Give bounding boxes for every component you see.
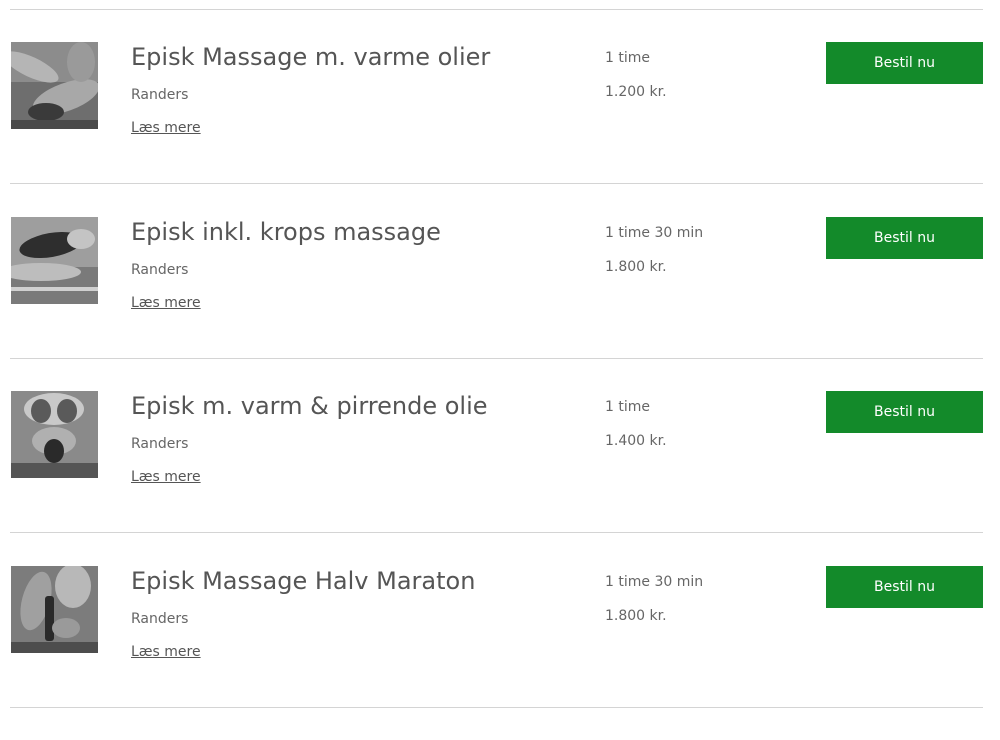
service-location: Randers <box>131 262 189 278</box>
read-more-link[interactable]: Læs mere <box>131 294 201 312</box>
book-now-button[interactable]: Bestil nu <box>826 391 983 433</box>
read-more-link[interactable]: Læs mere <box>131 119 201 137</box>
service-duration: 1 time <box>605 399 650 415</box>
service-thumbnail[interactable] <box>11 566 98 653</box>
service-duration: 1 time <box>605 50 650 66</box>
service-thumbnail[interactable] <box>11 42 98 129</box>
divider <box>10 183 983 184</box>
divider <box>10 358 983 359</box>
service-price: 1.800 kr. <box>605 608 667 624</box>
service-price: 1.400 kr. <box>605 433 667 449</box>
divider <box>10 707 983 708</box>
massage-photo-icon <box>11 391 98 478</box>
service-title: Episk inkl. krops massage <box>131 218 441 246</box>
service-item: Episk inkl. krops massage Randers Læs me… <box>0 217 1000 391</box>
massage-photo-icon <box>11 217 98 304</box>
service-item: Episk Massage m. varme olier Randers Læs… <box>0 42 1000 216</box>
divider <box>10 532 983 533</box>
service-location: Randers <box>131 87 189 103</box>
service-title: Episk Massage m. varme olier <box>131 43 491 71</box>
service-item: Episk Massage Halv Maraton Randers Læs m… <box>0 566 1000 740</box>
book-now-button[interactable]: Bestil nu <box>826 42 983 84</box>
massage-photo-icon <box>11 566 98 653</box>
service-price: 1.200 kr. <box>605 84 667 100</box>
book-now-button[interactable]: Bestil nu <box>826 566 983 608</box>
service-title: Episk m. varm & pirrende olie <box>131 392 488 420</box>
service-thumbnail[interactable] <box>11 391 98 478</box>
service-duration: 1 time 30 min <box>605 225 704 241</box>
massage-photo-icon <box>11 42 98 129</box>
service-thumbnail[interactable] <box>11 217 98 304</box>
read-more-link[interactable]: Læs mere <box>131 468 201 486</box>
service-title: Episk Massage Halv Maraton <box>131 567 476 595</box>
read-more-link[interactable]: Læs mere <box>131 643 201 661</box>
service-item: Episk m. varm & pirrende olie Randers Læ… <box>0 391 1000 565</box>
service-duration: 1 time 30 min <box>605 574 704 590</box>
book-now-button[interactable]: Bestil nu <box>826 217 983 259</box>
service-location: Randers <box>131 611 189 627</box>
service-location: Randers <box>131 436 189 452</box>
service-list: Episk Massage m. varme olier Randers Læs… <box>0 0 1000 718</box>
service-price: 1.800 kr. <box>605 259 667 275</box>
divider <box>10 9 983 10</box>
